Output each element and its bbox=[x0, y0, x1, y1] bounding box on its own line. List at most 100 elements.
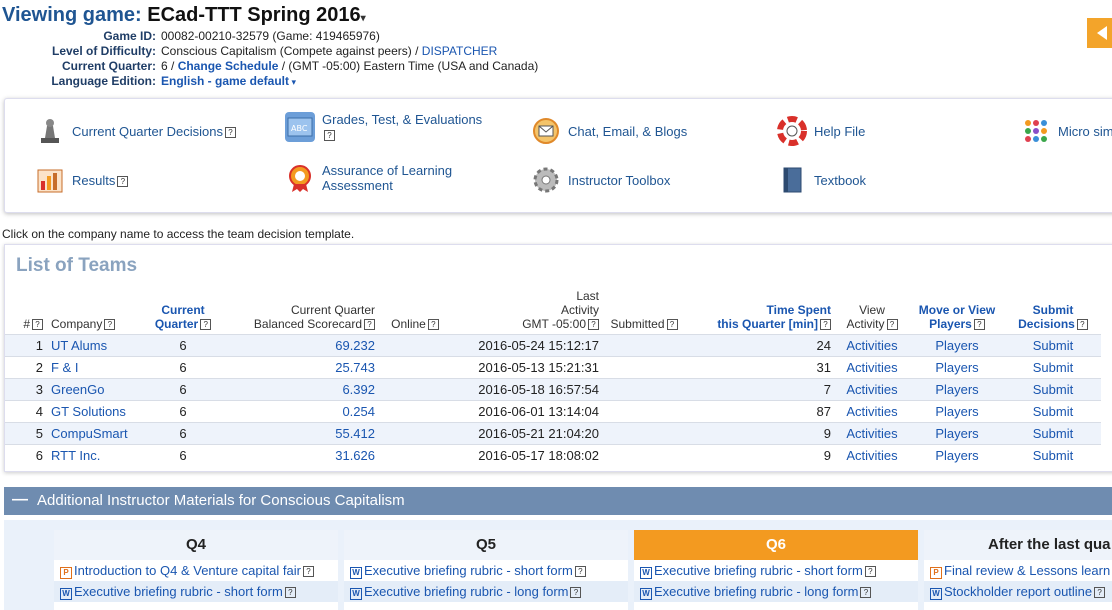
submit-link[interactable]: Submit bbox=[1005, 422, 1101, 445]
activities-link[interactable]: Activities bbox=[835, 400, 909, 423]
dots-grid-icon bbox=[1021, 116, 1051, 146]
activities-link[interactable]: Activities bbox=[835, 378, 909, 401]
game-id-label: Game ID: bbox=[103, 29, 156, 43]
word-doc-icon: W bbox=[350, 567, 362, 579]
game-selector[interactable]: ECad-TTT Spring 2016 bbox=[147, 4, 360, 26]
scorecard-link[interactable]: 0.254 bbox=[221, 400, 379, 423]
material-link[interactable]: W Executive briefing rubric - short form? bbox=[634, 560, 918, 581]
column-heading: Q4 bbox=[54, 530, 338, 560]
help-icon[interactable]: ? bbox=[666, 319, 678, 330]
scorecard-link[interactable]: 25.743 bbox=[221, 356, 379, 379]
help-icon[interactable]: ? bbox=[973, 319, 985, 330]
help-icon[interactable]: ? bbox=[364, 319, 375, 330]
help-icon[interactable]: ? bbox=[820, 319, 831, 330]
help-icon[interactable]: ? bbox=[32, 319, 43, 330]
help-icon[interactable]: ? bbox=[864, 566, 876, 577]
scorecard-link[interactable]: 31.626 bbox=[221, 444, 379, 466]
submit-link[interactable]: Submit bbox=[1005, 400, 1101, 423]
nav-label[interactable]: Textbook bbox=[814, 173, 866, 188]
help-icon[interactable]: ? bbox=[284, 587, 296, 598]
help-icon[interactable]: ? bbox=[574, 566, 586, 577]
material-link[interactable]: P Introduction to Q4 & Venture capital fa… bbox=[54, 560, 338, 581]
material-link[interactable]: W Stockholder report outline? bbox=[924, 581, 1112, 602]
nav-grades[interactable]: ABC Grades, Test, & Evaluations? bbox=[285, 112, 492, 142]
nav-current-quarter-decisions[interactable]: Current Quarter Decisions? bbox=[35, 116, 236, 146]
submit-link[interactable]: Submit bbox=[1005, 378, 1101, 401]
col-company: Company? bbox=[47, 289, 145, 335]
nav-textbook[interactable]: Textbook bbox=[777, 165, 866, 195]
nav-label[interactable]: Help File bbox=[814, 124, 865, 139]
dispatcher-link[interactable]: DISPATCHER bbox=[422, 44, 498, 58]
help-icon[interactable]: ? bbox=[886, 319, 898, 330]
company-link[interactable]: GT Solutions bbox=[47, 400, 145, 423]
game-id-value: 00082-00210-32579 (Game: 419465976) bbox=[161, 29, 380, 43]
nav-instructor-toolbox[interactable]: Instructor Toolbox bbox=[531, 165, 670, 195]
players-link[interactable]: Players bbox=[909, 334, 1005, 357]
submit-link[interactable]: Submit bbox=[1005, 444, 1101, 466]
company-link[interactable]: UT Alums bbox=[47, 334, 145, 357]
help-icon[interactable]: ? bbox=[1076, 319, 1088, 330]
scorecard-link[interactable]: 6.392 bbox=[221, 378, 379, 401]
activities-link[interactable]: Activities bbox=[835, 356, 909, 379]
chevron-down-icon[interactable]: ▾ bbox=[289, 77, 297, 87]
help-icon[interactable]: ? bbox=[200, 319, 212, 330]
company-link[interactable]: CompuSmart bbox=[47, 422, 145, 445]
nav-assurance-of-learning[interactable]: Assurance of Learning Assessment bbox=[285, 163, 472, 193]
help-icon[interactable]: ? bbox=[427, 319, 439, 330]
help-icon[interactable]: ? bbox=[570, 587, 582, 598]
material-link[interactable]: P Final review & Lessons learn bbox=[924, 560, 1112, 581]
chevron-down-icon[interactable]: ▾ bbox=[361, 13, 366, 24]
materials-header-bar[interactable]: — Additional Instructor Materials for Co… bbox=[4, 487, 1112, 515]
players-link[interactable]: Players bbox=[909, 444, 1005, 466]
language-selector[interactable]: English - game default bbox=[161, 74, 289, 88]
nav-label[interactable]: Current Quarter Decisions bbox=[72, 124, 223, 139]
change-schedule-link[interactable]: Change Schedule bbox=[178, 59, 279, 73]
help-icon[interactable]: ? bbox=[302, 566, 314, 577]
material-link[interactable]: W Executive briefing rubric - long form? bbox=[634, 581, 918, 602]
players-link[interactable]: Players bbox=[909, 400, 1005, 423]
help-icon[interactable]: ? bbox=[117, 175, 129, 187]
teams-panel: List of Teams #? Company? Current Quarter… bbox=[4, 244, 1112, 472]
col-current-quarter[interactable]: Current Quarter? bbox=[145, 289, 221, 335]
row-last-activity: 2016-05-17 18:08:02 bbox=[451, 444, 603, 466]
company-link[interactable]: GreenGo bbox=[47, 378, 145, 401]
activities-link[interactable]: Activities bbox=[835, 422, 909, 445]
col-view-activity: View Activity? bbox=[835, 289, 909, 335]
company-link[interactable]: F & I bbox=[47, 356, 145, 379]
material-link[interactable]: W Executive briefing rubric - short form? bbox=[54, 581, 338, 602]
nav-label[interactable]: Micro simu bbox=[1058, 124, 1112, 139]
nav-chat-email-blogs[interactable]: Chat, Email, & Blogs bbox=[531, 116, 687, 146]
nav-label[interactable]: Chat, Email, & Blogs bbox=[568, 124, 687, 139]
nav-label[interactable]: Results bbox=[72, 173, 115, 188]
col-players[interactable]: Move or View Players? bbox=[909, 289, 1005, 335]
company-link[interactable]: RTT Inc. bbox=[47, 444, 145, 466]
material-link[interactable]: W Executive briefing rubric - short form? bbox=[344, 560, 628, 581]
nav-results[interactable]: Results? bbox=[35, 165, 129, 195]
material-link[interactable]: W Executive briefing rubric - long form? bbox=[344, 581, 628, 602]
word-doc-icon: W bbox=[60, 588, 72, 600]
help-icon[interactable]: ? bbox=[588, 319, 599, 330]
players-link[interactable]: Players bbox=[909, 422, 1005, 445]
help-icon[interactable]: ? bbox=[1094, 587, 1106, 598]
activities-link[interactable]: Activities bbox=[835, 334, 909, 357]
scorecard-link[interactable]: 69.232 bbox=[221, 334, 379, 357]
players-link[interactable]: Players bbox=[909, 356, 1005, 379]
nav-label[interactable]: Assurance of Learning Assessment bbox=[322, 163, 472, 193]
players-link[interactable]: Players bbox=[909, 378, 1005, 401]
nav-micro-simulation[interactable]: Micro simu bbox=[1021, 116, 1112, 146]
col-time-spent[interactable]: Time Spent this Quarter [min]? bbox=[685, 289, 835, 335]
collapse-icon[interactable]: — bbox=[12, 491, 28, 509]
collapse-arrow-icon[interactable] bbox=[1087, 18, 1112, 48]
help-icon[interactable]: ? bbox=[324, 130, 335, 141]
col-submit-decisions[interactable]: Submit Decisions? bbox=[1005, 289, 1101, 335]
help-icon[interactable]: ? bbox=[860, 587, 872, 598]
help-icon[interactable]: ? bbox=[225, 126, 236, 138]
nav-label[interactable]: Grades, Test, & Evaluations bbox=[322, 112, 482, 127]
nav-label[interactable]: Instructor Toolbox bbox=[568, 173, 670, 188]
submit-link[interactable]: Submit bbox=[1005, 334, 1101, 357]
help-icon[interactable]: ? bbox=[104, 319, 116, 330]
submit-link[interactable]: Submit bbox=[1005, 356, 1101, 379]
scorecard-link[interactable]: 55.412 bbox=[221, 422, 379, 445]
activities-link[interactable]: Activities bbox=[835, 444, 909, 466]
nav-help-file[interactable]: Help File bbox=[777, 116, 865, 146]
